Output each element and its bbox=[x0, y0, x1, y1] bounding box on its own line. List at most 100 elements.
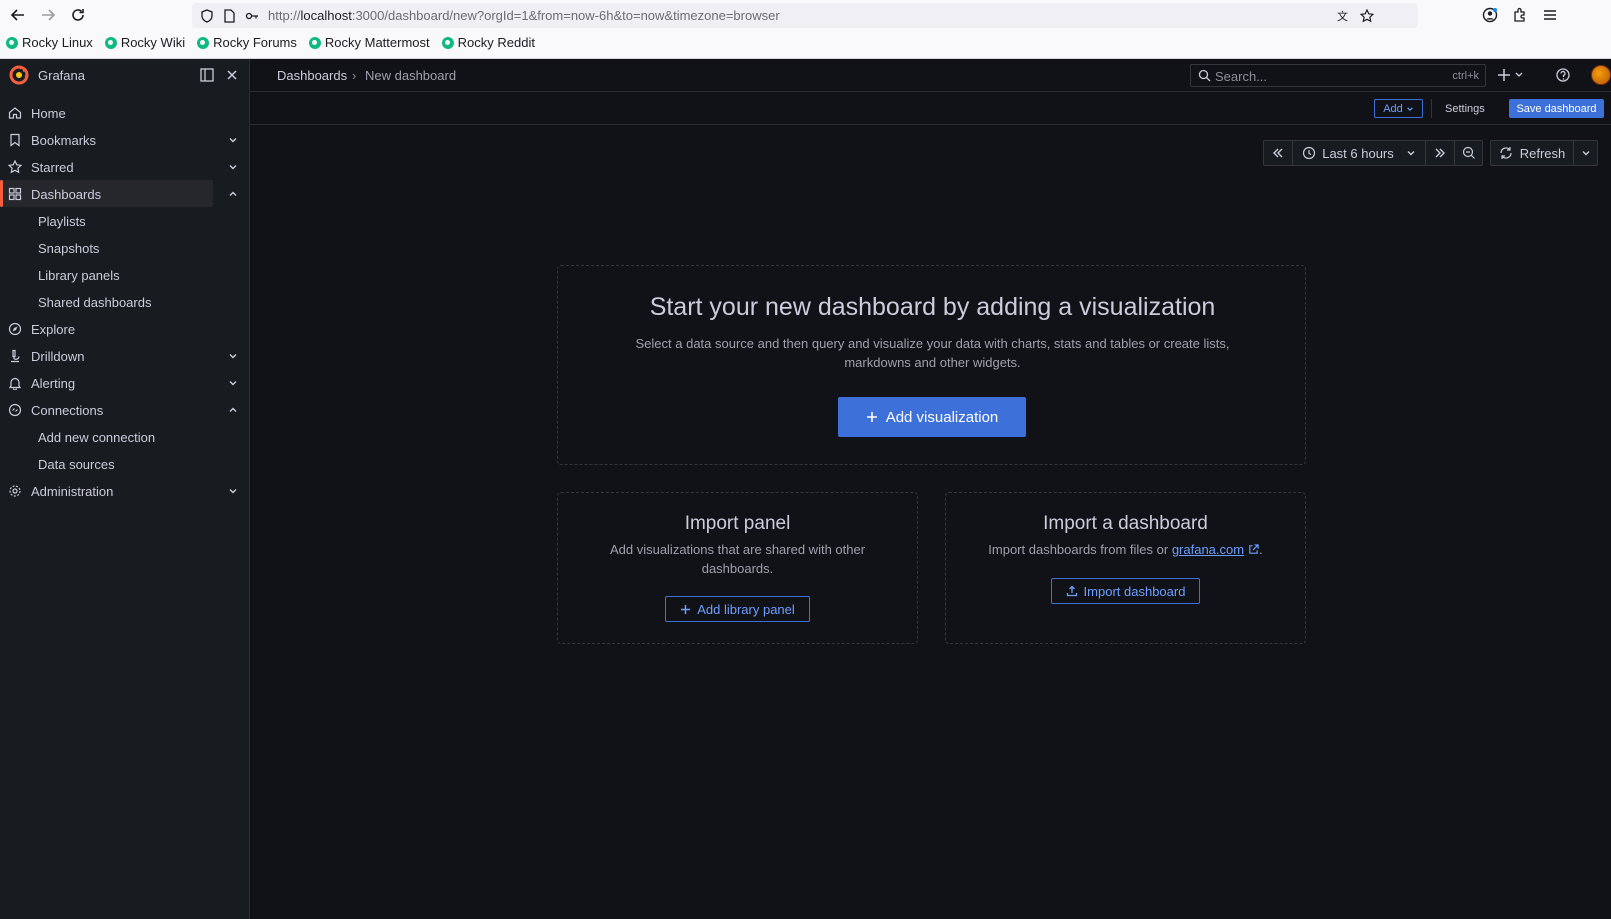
zoom-out-icon bbox=[1462, 146, 1475, 159]
bell-icon bbox=[8, 377, 22, 390]
help-icon[interactable] bbox=[1555, 67, 1571, 83]
breadcrumb-current: New dashboard bbox=[365, 68, 457, 83]
url-bar[interactable]: http://localhost:3000/dashboard/new?orgI… bbox=[192, 3, 1418, 28]
add-library-panel-label: Add library panel bbox=[697, 601, 795, 617]
import-dashboard-card: Import a dashboard Import dashboards fro… bbox=[945, 492, 1306, 644]
bookmark-rocky-linux[interactable]: Rocky Linux bbox=[6, 35, 93, 50]
chevron-down-icon[interactable] bbox=[228, 486, 238, 496]
close-icon[interactable] bbox=[224, 67, 240, 83]
rocky-logo-icon bbox=[441, 36, 454, 49]
sidebar-item-shared-dashboards[interactable]: Shared dashboards bbox=[0, 288, 250, 315]
shield-icon[interactable] bbox=[200, 9, 214, 23]
url-text[interactable]: http://localhost:3000/dashboard/new?orgI… bbox=[268, 8, 780, 23]
chevron-down-icon[interactable] bbox=[228, 351, 238, 361]
sidebar-item-bookmarks[interactable]: Bookmarks bbox=[0, 126, 250, 153]
chevron-up-icon[interactable] bbox=[228, 189, 238, 199]
key-icon[interactable] bbox=[245, 9, 259, 23]
refresh-interval-dropdown[interactable] bbox=[1574, 141, 1597, 165]
sidebar-item-label: Shared dashboards bbox=[38, 295, 152, 310]
add-library-panel-button[interactable]: Add library panel bbox=[665, 596, 810, 622]
menu-icon[interactable] bbox=[1540, 5, 1560, 25]
grafana-app: Grafana Home Bookmarks Starred Dashboard bbox=[0, 59, 1611, 919]
dock-menu-icon[interactable] bbox=[199, 67, 215, 83]
sidebar-item-administration[interactable]: Administration bbox=[0, 477, 250, 504]
forward-button[interactable] bbox=[37, 4, 59, 26]
refresh-label: Refresh bbox=[1519, 145, 1566, 161]
add-visualization-button[interactable]: Add visualization bbox=[838, 397, 1026, 437]
page-icon[interactable] bbox=[222, 9, 236, 23]
breadcrumb-dashboards[interactable]: Dashboards bbox=[277, 68, 347, 83]
sidebar-item-label: Connections bbox=[31, 403, 104, 418]
microscope-icon bbox=[11, 349, 20, 363]
sidebar-item-library-panels[interactable]: Library panels bbox=[0, 261, 250, 288]
extensions-icon[interactable] bbox=[1510, 5, 1530, 25]
chevron-up-icon[interactable] bbox=[228, 405, 238, 415]
bookmark-rocky-mattermost[interactable]: Rocky Mattermost bbox=[308, 35, 430, 50]
sidebar-item-label: Library panels bbox=[38, 268, 120, 283]
chevron-down-icon bbox=[1406, 106, 1413, 111]
chevron-down-icon[interactable] bbox=[228, 135, 238, 145]
bookmark-star-icon[interactable] bbox=[1360, 9, 1374, 23]
browser-chrome: http://localhost:3000/dashboard/new?orgI… bbox=[0, 0, 1611, 59]
empty-dashboard-card: Start your new dashboard by adding a vis… bbox=[557, 265, 1306, 465]
import-panel-card: Import panel Add visualizations that are… bbox=[557, 492, 918, 644]
rocky-logo-icon bbox=[6, 36, 18, 49]
avatar[interactable] bbox=[1591, 65, 1611, 85]
account-icon[interactable] bbox=[1480, 5, 1500, 25]
sidebar-item-home[interactable]: Home bbox=[0, 99, 250, 126]
import-dashboard-desc-suffix: . bbox=[1259, 542, 1263, 557]
search-placeholder: Search... bbox=[1215, 69, 1268, 84]
sync-icon bbox=[1500, 147, 1512, 159]
chevron-down-icon[interactable] bbox=[228, 162, 238, 172]
angle-double-right-icon bbox=[1435, 148, 1445, 158]
search-input[interactable]: Search... ctrl+k bbox=[1190, 64, 1486, 87]
plus-icon bbox=[866, 412, 877, 422]
sidebar-item-label: Administration bbox=[31, 484, 114, 499]
sidebar-item-data-sources[interactable]: Data sources bbox=[0, 450, 250, 477]
sidebar-item-drilldown[interactable]: Drilldown bbox=[0, 342, 250, 369]
bookmark-rocky-wiki[interactable]: Rocky Wiki bbox=[104, 35, 185, 50]
sidebar-item-connections[interactable]: Connections bbox=[0, 396, 250, 423]
sidebar-nav: Home Bookmarks Starred Dashboards Playli… bbox=[0, 99, 250, 504]
sidebar-item-dashboards[interactable]: Dashboards bbox=[0, 180, 213, 207]
back-button[interactable] bbox=[7, 4, 29, 26]
add-button[interactable]: Add bbox=[1374, 99, 1423, 118]
time-shift-back-button[interactable] bbox=[1264, 141, 1292, 165]
chevron-down-icon[interactable] bbox=[228, 378, 238, 388]
bookmark-rocky-forums[interactable]: Rocky Forums bbox=[197, 35, 297, 50]
link-icon bbox=[8, 403, 22, 417]
rocky-logo-icon bbox=[197, 36, 210, 49]
reload-button[interactable] bbox=[67, 4, 89, 26]
search-icon bbox=[1198, 69, 1211, 82]
cog-icon bbox=[9, 485, 21, 497]
import-dashboard-description: Import dashboards from files or grafana.… bbox=[976, 540, 1275, 559]
import-panel-description: Add visualizations that are shared with … bbox=[609, 542, 866, 576]
sidebar-item-snapshots[interactable]: Snapshots bbox=[0, 234, 250, 261]
external-link-icon[interactable] bbox=[1248, 544, 1259, 555]
empty-state-title: Start your new dashboard by adding a vis… bbox=[649, 293, 1216, 321]
grafana-logo-icon[interactable] bbox=[9, 65, 29, 85]
bookmarks-bar: Rocky Linux Rocky Wiki Rocky Forums Rock… bbox=[6, 35, 535, 50]
new-plus-dropdown-icon[interactable] bbox=[1498, 67, 1528, 83]
import-dashboard-button[interactable]: Import dashboard bbox=[1051, 578, 1200, 604]
time-shift-forward-button[interactable] bbox=[1426, 141, 1454, 165]
settings-button[interactable]: Settings bbox=[1445, 99, 1485, 118]
sidebar-item-starred[interactable]: Starred bbox=[0, 153, 250, 180]
sidebar-item-add-new-connection[interactable]: Add new connection bbox=[0, 423, 250, 450]
bookmark-rocky-reddit[interactable]: Rocky Reddit bbox=[441, 35, 535, 50]
translate-icon[interactable]: 文 bbox=[1337, 9, 1351, 23]
rocky-logo-icon bbox=[308, 36, 321, 49]
sidebar-item-playlists[interactable]: Playlists bbox=[0, 207, 250, 234]
sidebar-item-alerting[interactable]: Alerting bbox=[0, 369, 250, 396]
time-range-label: Last 6 hours bbox=[1322, 145, 1394, 161]
time-range-picker[interactable]: Last 6 hours bbox=[1293, 141, 1425, 165]
sidebar-item-label: Alerting bbox=[31, 376, 76, 391]
refresh-button[interactable]: Refresh bbox=[1491, 141, 1573, 165]
chevron-down-icon bbox=[1582, 151, 1589, 156]
breadcrumb-separator: › bbox=[352, 68, 357, 83]
zoom-out-button[interactable] bbox=[1455, 141, 1482, 165]
sidebar-item-explore[interactable]: Explore bbox=[0, 315, 250, 342]
toolbar-divider bbox=[1431, 99, 1432, 118]
save-dashboard-button[interactable]: Save dashboard bbox=[1509, 99, 1604, 118]
grafana-com-link[interactable]: grafana.com bbox=[1172, 542, 1244, 557]
